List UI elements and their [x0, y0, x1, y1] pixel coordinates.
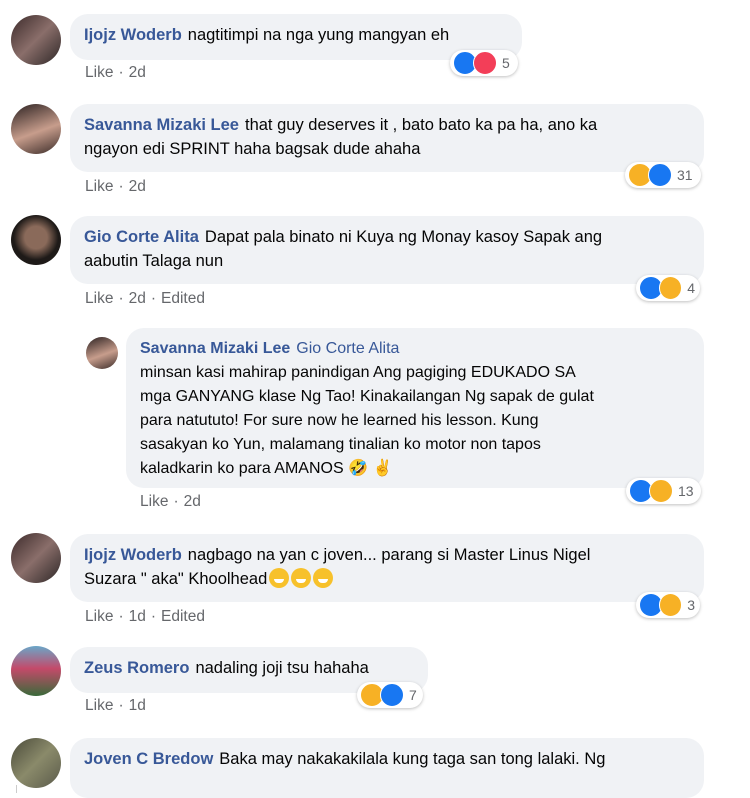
comment-text-line: nagbago na yan c joven... parang si Mast… — [187, 546, 591, 564]
comment-bubble: Savanna Mizaki Lee that guy deserves it ,… — [70, 104, 704, 172]
reaction-count: 3 — [687, 597, 695, 613]
comment-text-line: that guy deserves it , bato bato ka pa h… — [245, 116, 598, 134]
comment-meta: Like · 2d — [85, 178, 146, 195]
divider — [16, 785, 17, 793]
comment-age[interactable]: 1d — [129, 608, 146, 625]
avatar[interactable] — [86, 337, 118, 369]
avatar[interactable] — [11, 646, 61, 696]
comment-author[interactable]: Zeus Romero — [84, 659, 189, 677]
comment-text-line: aabutin Talaga nun — [84, 252, 224, 270]
grin-emoji-icon — [291, 568, 312, 588]
reaction-summary[interactable]: 13 — [626, 478, 701, 504]
comment-age[interactable]: 1d — [129, 697, 146, 714]
comment-text-line: Suzara " aka" Khoolhead — [84, 570, 268, 588]
comment-age[interactable]: 2d — [129, 64, 146, 81]
avatar[interactable] — [11, 215, 61, 265]
reaction-count: 7 — [409, 687, 417, 703]
like-link[interactable]: Like — [85, 64, 113, 81]
reaction-summary[interactable]: 3 — [636, 592, 700, 618]
reaction-summary[interactable]: 4 — [636, 275, 700, 301]
reply-text-line: sasakyan ko Yun, malamang tinalian ko mo… — [140, 436, 541, 453]
like-link[interactable]: Like — [85, 178, 113, 195]
like-reaction-icon — [648, 163, 672, 187]
reply-text-line: minsan kasi mahirap panindigan Ang pagig… — [140, 364, 576, 381]
comment-author[interactable]: Gio Corte Alita — [84, 228, 199, 246]
comment-author[interactable]: Ijojz Woderb — [84, 546, 182, 564]
like-reaction-icon — [380, 683, 404, 707]
tagged-user[interactable]: Gio Corte Alita — [296, 340, 399, 357]
love-reaction-icon — [473, 51, 497, 75]
grin-emoji-icon — [269, 568, 290, 588]
edited-label[interactable]: Edited — [161, 290, 205, 307]
edited-label[interactable]: Edited — [161, 608, 205, 625]
rofl-emoji-icon: 🤣 ✌ — [348, 460, 393, 477]
comment-text: nagtitimpi na nga yung mangyan eh — [187, 26, 450, 44]
comment-bubble: Ijojz Woderb nagbago na yan c joven... pa… — [70, 534, 704, 602]
like-link[interactable]: Like — [140, 493, 168, 510]
reaction-count: 31 — [677, 167, 693, 183]
comment-meta: Like · 2d · Edited — [85, 290, 205, 307]
reply-text-line: para natututo! For sure now he learned h… — [140, 412, 539, 429]
reaction-summary[interactable]: 7 — [357, 682, 423, 708]
comment-thread: Ijojz Woderb nagtitimpi na nga yung mangy… — [0, 0, 750, 798]
reaction-summary[interactable]: 5 — [450, 50, 518, 76]
reaction-count: 4 — [687, 280, 695, 296]
comment-text: nadaling joji tsu hahaha — [195, 659, 369, 677]
reply-text-line: kaladkarin ko para AMANOS — [140, 460, 344, 477]
grin-emoji-icon — [313, 568, 334, 588]
comment-text-line: Dapat pala binato ni Kuya ng Monay kasoy… — [204, 228, 603, 246]
comment-meta: Like · 2d — [85, 64, 146, 81]
comment-age[interactable]: 2d — [129, 178, 146, 195]
reply-text-line: mga GANYANG klase Ng Tao! Kinakailangan … — [140, 388, 594, 405]
comment-text: Baka may nakakakilala kung taga san tong… — [219, 750, 606, 768]
haha-reaction-icon — [658, 276, 683, 300]
reply-meta: Like · 2d — [140, 493, 201, 510]
like-link[interactable]: Like — [85, 608, 113, 625]
avatar[interactable] — [11, 738, 61, 788]
comment-bubble: Gio Corte Alita Dapat pala binato ni Kuya… — [70, 216, 704, 284]
comment-meta: Like · 1d — [85, 697, 146, 714]
reaction-count: 13 — [678, 483, 694, 499]
avatar[interactable] — [11, 15, 61, 65]
reply-age[interactable]: 2d — [184, 493, 201, 510]
like-link[interactable]: Like — [85, 697, 113, 714]
reply-author[interactable]: Savanna Mizaki Lee — [140, 340, 290, 357]
comment-meta: Like · 1d · Edited — [85, 608, 205, 625]
haha-reaction-icon — [658, 593, 683, 617]
comment-author[interactable]: Joven C Bredow — [84, 750, 213, 768]
comment-author[interactable]: Savanna Mizaki Lee — [84, 116, 239, 134]
like-link[interactable]: Like — [85, 290, 113, 307]
reaction-count: 5 — [502, 55, 510, 71]
comment-bubble: Joven C Bredow Baka may nakakakilala kung… — [70, 738, 704, 798]
comment-author[interactable]: Ijojz Woderb — [84, 26, 182, 44]
comment-text-line: ngayon edi SPRINT haha bagsak dude ahaha — [84, 140, 421, 158]
avatar[interactable] — [11, 104, 61, 154]
reply-bubble: Savanna Mizaki Lee Gio Corte Alita minsan… — [126, 328, 704, 488]
comment-age[interactable]: 2d — [129, 290, 146, 307]
reaction-summary[interactable]: 31 — [625, 162, 701, 188]
avatar[interactable] — [11, 533, 61, 583]
haha-reaction-icon — [649, 479, 673, 503]
